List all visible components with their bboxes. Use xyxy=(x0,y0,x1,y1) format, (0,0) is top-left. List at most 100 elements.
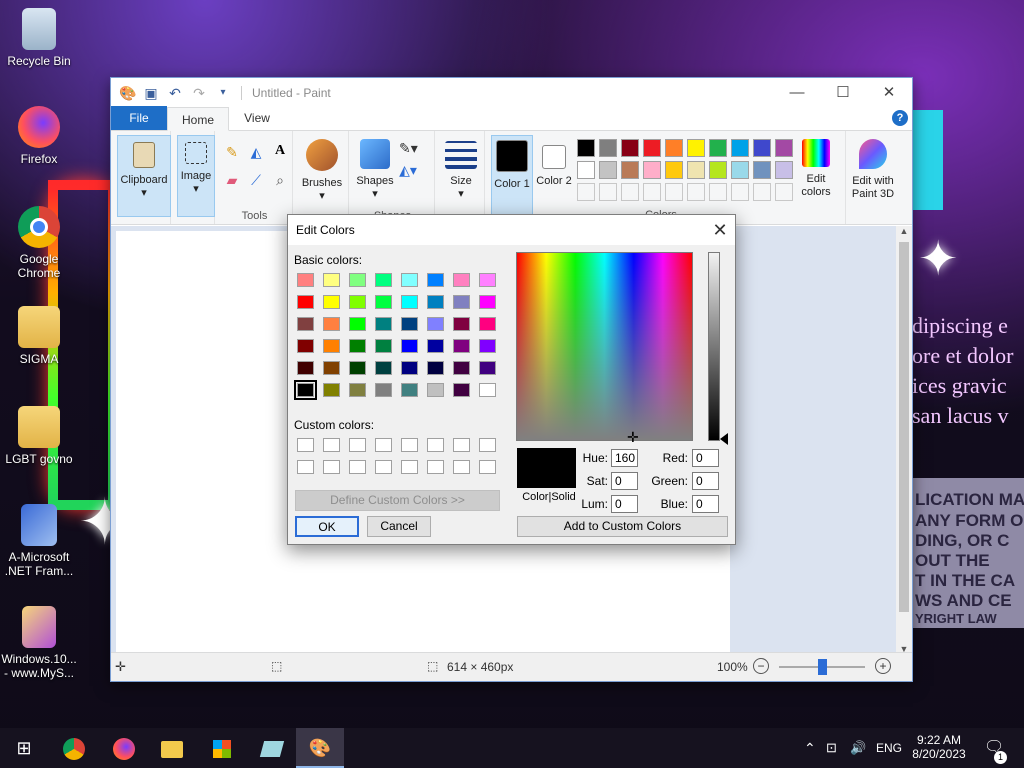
image-button[interactable]: Image ▾ xyxy=(177,135,215,217)
zoom-slider-thumb[interactable] xyxy=(818,659,827,675)
palette-empty-swatch[interactable] xyxy=(599,183,617,201)
zoom-in-button[interactable]: + xyxy=(875,658,891,674)
basic-color-swatch[interactable] xyxy=(294,380,317,400)
basic-color-swatch[interactable] xyxy=(401,273,418,287)
desktop-icon-chrome[interactable]: Google Chrome xyxy=(0,206,78,280)
add-to-custom-colors-button[interactable]: Add to Custom Colors xyxy=(517,516,728,537)
basic-color-swatch[interactable] xyxy=(453,383,470,397)
dialog-close-button[interactable]: ✕ xyxy=(705,220,735,241)
basic-color-swatch[interactable] xyxy=(375,361,392,375)
hue-field[interactable]: 160 xyxy=(611,449,638,467)
clipboard-button[interactable]: Clipboard ▾ xyxy=(117,135,171,217)
basic-color-swatch[interactable] xyxy=(427,383,444,397)
clock[interactable]: 9:22 AM 8/20/2023 xyxy=(912,728,966,768)
basic-color-swatch[interactable] xyxy=(453,339,470,353)
fill-icon[interactable]: ◭ xyxy=(247,143,265,161)
palette-swatch[interactable] xyxy=(775,139,793,157)
show-hidden-icons-icon[interactable]: ⌃ xyxy=(804,728,816,768)
palette-swatch[interactable] xyxy=(775,161,793,179)
scroll-thumb[interactable] xyxy=(899,242,909,612)
paint-app-icon[interactable]: 🎨 xyxy=(119,85,136,101)
basic-color-swatch[interactable] xyxy=(427,339,444,353)
basic-color-swatch[interactable] xyxy=(479,339,496,353)
brushes-button[interactable]: Brushes ▾ xyxy=(297,135,347,217)
scroll-up-icon[interactable]: ▲ xyxy=(896,226,912,236)
palette-swatch[interactable] xyxy=(665,161,683,179)
minimize-button[interactable]: — xyxy=(774,78,820,107)
chrome-icon[interactable] xyxy=(50,728,98,768)
luminance-slider[interactable] xyxy=(708,252,720,441)
network-icon[interactable]: ⊡ xyxy=(826,728,837,768)
palette-swatch[interactable] xyxy=(621,161,639,179)
basic-color-swatch[interactable] xyxy=(479,361,496,375)
cancel-button[interactable]: Cancel xyxy=(367,516,431,537)
basic-color-swatch[interactable] xyxy=(297,361,314,375)
basic-color-swatch[interactable] xyxy=(375,339,392,353)
zoom-out-button[interactable]: − xyxy=(753,658,769,674)
ok-button[interactable]: OK xyxy=(295,516,359,537)
palette-swatch[interactable] xyxy=(753,139,771,157)
palette-swatch[interactable] xyxy=(687,139,705,157)
desktop-icon-recycle-bin[interactable]: Recycle Bin xyxy=(0,8,78,68)
palette-swatch[interactable] xyxy=(577,139,595,157)
basic-color-swatch[interactable] xyxy=(479,273,496,287)
basic-color-swatch[interactable] xyxy=(375,317,392,331)
zoom-slider[interactable] xyxy=(779,659,865,675)
basic-color-swatch[interactable] xyxy=(427,295,444,309)
basic-color-swatch[interactable] xyxy=(479,317,496,331)
palette-swatch[interactable] xyxy=(753,161,771,179)
custom-color-swatch[interactable] xyxy=(297,438,314,452)
basic-color-swatch[interactable] xyxy=(401,339,418,353)
basic-color-swatch[interactable] xyxy=(323,295,340,309)
palette-empty-swatch[interactable] xyxy=(577,183,595,201)
fill-shape-icon[interactable]: ◭▾ xyxy=(399,161,417,179)
custom-color-swatch[interactable] xyxy=(349,460,366,474)
palette-swatch[interactable] xyxy=(621,139,639,157)
custom-color-swatch[interactable] xyxy=(297,460,314,474)
basic-color-swatch[interactable] xyxy=(375,295,392,309)
basic-color-swatch[interactable] xyxy=(323,273,340,287)
palette-empty-swatch[interactable] xyxy=(665,183,683,201)
palette-swatch[interactable] xyxy=(665,139,683,157)
store-icon[interactable] xyxy=(198,728,246,768)
text-icon[interactable]: A xyxy=(271,142,289,160)
palette-swatch[interactable] xyxy=(577,161,595,179)
custom-color-swatch[interactable] xyxy=(479,460,496,474)
custom-color-swatch[interactable] xyxy=(401,460,418,474)
basic-color-swatch[interactable] xyxy=(323,339,340,353)
desktop-icon-firefox[interactable]: Firefox xyxy=(0,106,78,166)
palette-empty-swatch[interactable] xyxy=(687,183,705,201)
basic-color-swatch[interactable] xyxy=(349,317,366,331)
basic-color-swatch[interactable] xyxy=(349,383,366,397)
custom-color-swatch[interactable] xyxy=(323,438,340,452)
shapes-button[interactable]: Shapes ▾ xyxy=(353,135,397,217)
basic-color-swatch[interactable] xyxy=(453,295,470,309)
undo-icon[interactable]: ↶ xyxy=(167,85,183,101)
palette-swatch[interactable] xyxy=(643,139,661,157)
basic-color-swatch[interactable] xyxy=(323,317,340,331)
custom-color-swatch[interactable] xyxy=(427,460,444,474)
volume-icon[interactable]: 🔊 xyxy=(850,728,866,768)
help-icon[interactable]: ? xyxy=(892,110,908,126)
redo-icon[interactable]: ↷ xyxy=(191,85,207,101)
luminance-arrow[interactable] xyxy=(720,433,728,445)
palette-swatch[interactable] xyxy=(599,139,617,157)
custom-color-swatch[interactable] xyxy=(349,438,366,452)
basic-color-swatch[interactable] xyxy=(349,295,366,309)
vertical-scrollbar[interactable]: ▲ ▼ xyxy=(896,226,912,654)
palette-swatch[interactable] xyxy=(687,161,705,179)
basic-color-swatch[interactable] xyxy=(401,361,418,375)
eraser-icon[interactable]: ▰ xyxy=(223,171,241,189)
start-icon[interactable]: ⊞ xyxy=(0,728,48,768)
custom-color-swatch[interactable] xyxy=(323,460,340,474)
palette-swatch[interactable] xyxy=(709,139,727,157)
paint-icon[interactable]: 🎨 xyxy=(296,728,344,768)
palette-swatch[interactable] xyxy=(599,161,617,179)
basic-color-swatch[interactable] xyxy=(297,295,314,309)
desktop-icon-lgbt[interactable]: LGBT govno xyxy=(0,406,78,466)
basic-color-swatch[interactable] xyxy=(375,383,392,397)
basic-color-swatch[interactable] xyxy=(349,273,366,287)
red-field[interactable]: 0 xyxy=(692,449,719,467)
color2-button[interactable]: Color 2 xyxy=(533,135,575,221)
edit-colors-button[interactable]: Edit colors xyxy=(793,135,839,221)
